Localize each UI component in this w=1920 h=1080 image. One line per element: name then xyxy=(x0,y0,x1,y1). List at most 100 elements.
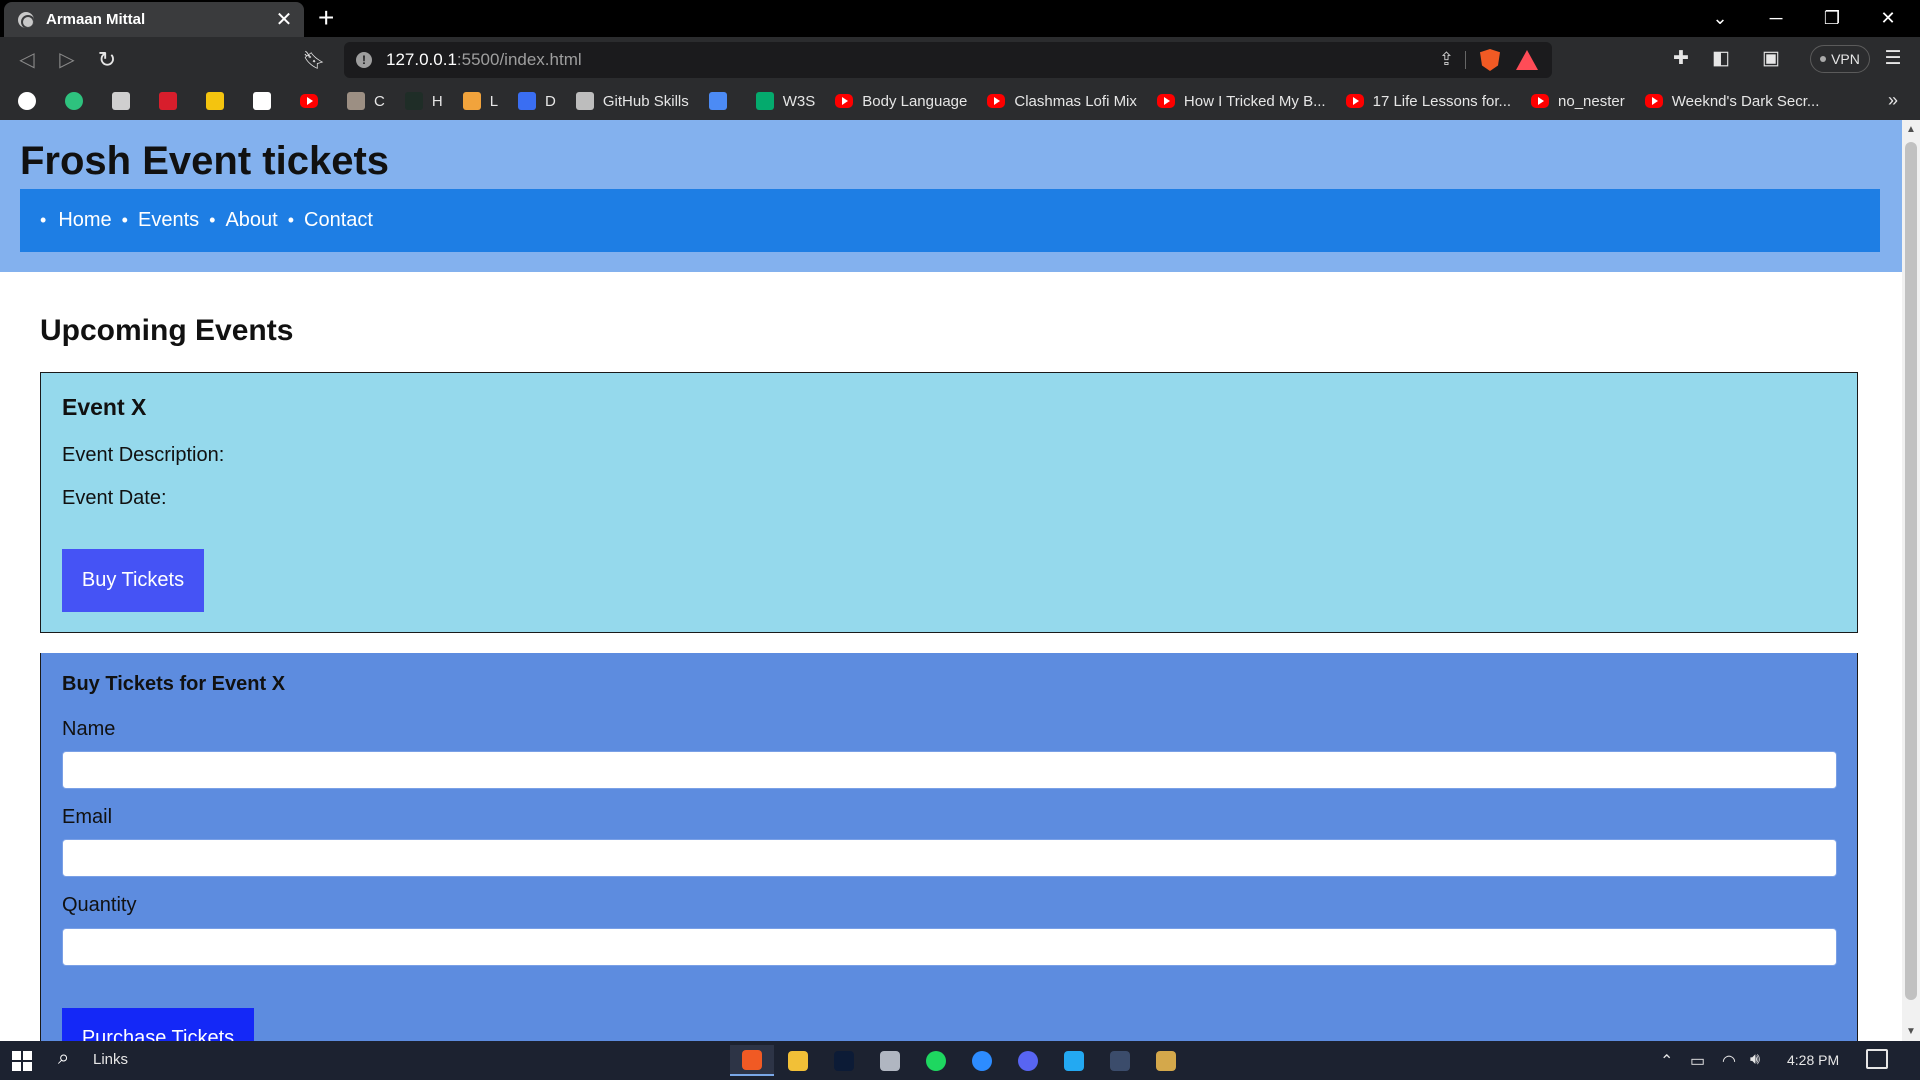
spotify-app[interactable] xyxy=(914,1045,958,1076)
bookmark-item[interactable] xyxy=(708,92,736,110)
menu-icon[interactable]: ☰ xyxy=(1880,47,1906,70)
bookmark-item[interactable]: no_nester xyxy=(1531,93,1625,110)
bookmark-label: D xyxy=(545,92,556,110)
bookmark-item[interactable] xyxy=(253,92,280,110)
purchase-tickets-button[interactable]: Purchase Tickets xyxy=(62,1008,254,1041)
site-nav: • Home • Events • About • Contact xyxy=(20,189,1880,252)
nav-item-events[interactable]: • Events xyxy=(122,209,199,232)
bookmark-item[interactable] xyxy=(206,92,233,110)
close-tab-icon[interactable]: ✕ xyxy=(272,7,296,32)
bookmark-item[interactable]: D xyxy=(518,92,556,110)
quantity-field[interactable] xyxy=(62,928,1837,966)
battery-icon[interactable]: ▭ xyxy=(1690,1051,1705,1071)
restore-icon[interactable]: ❐ xyxy=(1804,0,1860,37)
address-bar[interactable]: ! 127.0.0.1:5500/index.html ⇪ xyxy=(344,42,1552,78)
nav-item-about[interactable]: • About xyxy=(209,209,278,232)
extensions-icon[interactable]: ✚ xyxy=(1668,47,1694,70)
sidebar-icon[interactable]: ◧ xyxy=(1708,47,1734,70)
bookmark-item[interactable]: L xyxy=(462,92,498,110)
nav-link-contact[interactable]: Contact xyxy=(304,209,373,232)
brave-shields-icon[interactable] xyxy=(1480,49,1500,71)
bookmark-item[interactable]: 17 Life Lessons for... xyxy=(1345,93,1511,110)
brave-rewards-icon[interactable] xyxy=(1516,50,1538,70)
email-field[interactable] xyxy=(62,839,1837,877)
page-scrollbar[interactable]: ▲ ▼ xyxy=(1902,120,1920,1041)
wallet-icon[interactable]: ▣ xyxy=(1758,47,1784,70)
vpn-button[interactable]: VPN xyxy=(1810,45,1870,73)
nav-link-about[interactable]: About xyxy=(225,209,277,232)
chrome-like-app[interactable] xyxy=(868,1045,912,1076)
nav-link-events[interactable]: Events xyxy=(138,209,199,232)
tray-chevron-icon[interactable]: ⌃ xyxy=(1660,1051,1673,1071)
taskbar-clock[interactable]: 4:28 PM xyxy=(1787,1052,1839,1068)
tab-search-chevron-icon[interactable]: ⌄ xyxy=(1692,0,1748,37)
bookmark-item[interactable]: Body Language xyxy=(835,93,967,110)
bookmark-item[interactable] xyxy=(159,92,186,110)
forward-icon[interactable]: ▷ xyxy=(52,45,82,75)
bookmark-item[interactable]: Weeknd's Dark Secr... xyxy=(1644,93,1819,110)
taskbar-search-label[interactable]: Links xyxy=(93,1051,128,1068)
name-label: Name xyxy=(62,718,116,740)
bookmark-favicon-icon xyxy=(1345,94,1364,108)
search-icon[interactable]: ⌕ xyxy=(58,1047,69,1070)
wifi-icon[interactable]: ◠ xyxy=(1722,1051,1736,1071)
bookmark-favicon-icon xyxy=(1644,94,1663,108)
back-icon[interactable]: ◁ xyxy=(12,45,42,75)
notifications-icon[interactable] xyxy=(1866,1049,1888,1069)
nav-link-home[interactable]: Home xyxy=(58,209,111,232)
nav-item-home[interactable]: • Home xyxy=(40,209,112,232)
bookmark-item[interactable] xyxy=(65,92,92,110)
globe-icon xyxy=(18,11,34,28)
close-window-icon[interactable]: ✕ xyxy=(1860,0,1916,37)
vscode-icon xyxy=(1064,1050,1084,1071)
windows-start-icon[interactable] xyxy=(12,1051,32,1071)
bookmark-item[interactable]: GitHub Skills xyxy=(575,92,689,110)
address-divider xyxy=(1465,51,1466,69)
minimize-icon[interactable]: ─ xyxy=(1748,0,1804,37)
buy-tickets-button[interactable]: Buy Tickets xyxy=(62,549,204,612)
nav-item-contact[interactable]: • Contact xyxy=(288,209,373,232)
bookmark-item[interactable]: C xyxy=(347,92,385,110)
vscode-app[interactable] xyxy=(1052,1045,1096,1076)
scroll-down-icon[interactable]: ▼ xyxy=(1902,1026,1920,1037)
file-explorer-app[interactable] xyxy=(776,1045,820,1076)
scrollbar-thumb[interactable] xyxy=(1905,142,1917,1000)
share-icon[interactable]: ⇪ xyxy=(1439,49,1454,70)
brave-app[interactable] xyxy=(730,1045,774,1076)
browser-tab[interactable]: Armaan Mittal ✕ xyxy=(4,2,304,37)
bookmark-item[interactable] xyxy=(300,94,327,108)
bookmark-item[interactable]: How I Tricked My B... xyxy=(1156,93,1326,110)
bookmark-item[interactable]: W3S xyxy=(755,92,816,110)
discord-icon xyxy=(1018,1050,1038,1071)
site-info-icon[interactable]: ! xyxy=(356,52,372,68)
more-bookmarks-icon[interactable]: » xyxy=(1888,90,1898,111)
volume-icon[interactable]: 🔊︎ xyxy=(1750,1051,1760,1069)
reload-icon[interactable]: ↻ xyxy=(92,45,122,75)
devtools-app[interactable] xyxy=(1098,1045,1142,1076)
vpn-label: VPN xyxy=(1831,51,1860,67)
bookmark-item[interactable] xyxy=(112,92,139,110)
event-date-label: Event Date: xyxy=(62,487,167,509)
bookmark-item[interactable]: H xyxy=(404,92,443,110)
url-text[interactable]: 127.0.0.1:5500/index.html xyxy=(386,50,582,70)
bookmark-item[interactable] xyxy=(18,92,45,110)
bookmark-favicon-icon xyxy=(462,92,481,110)
event-description-label: Event Description: xyxy=(62,444,225,466)
url-path: :5500/index.html xyxy=(456,50,582,69)
bookmark-icon[interactable]: 🔖︎ xyxy=(302,47,326,73)
bookmark-favicon-icon xyxy=(159,92,177,110)
zoom-app[interactable] xyxy=(960,1045,1004,1076)
email-label: Email xyxy=(62,806,113,828)
bookmark-item[interactable]: Clashmas Lofi Mix xyxy=(987,93,1137,110)
bookmark-favicon-icon xyxy=(518,92,537,110)
new-tab-button[interactable]: + xyxy=(318,3,334,33)
bookmark-favicon-icon xyxy=(347,92,365,110)
photoshop-app[interactable] xyxy=(822,1045,866,1076)
paint-app[interactable] xyxy=(1144,1045,1188,1076)
scroll-up-icon[interactable]: ▲ xyxy=(1902,124,1920,135)
bookmark-label: W3S xyxy=(782,92,816,110)
discord-app[interactable] xyxy=(1006,1045,1050,1076)
bookmark-favicon-icon xyxy=(65,92,83,110)
brave-icon xyxy=(742,1049,762,1070)
name-field[interactable] xyxy=(62,751,1837,789)
